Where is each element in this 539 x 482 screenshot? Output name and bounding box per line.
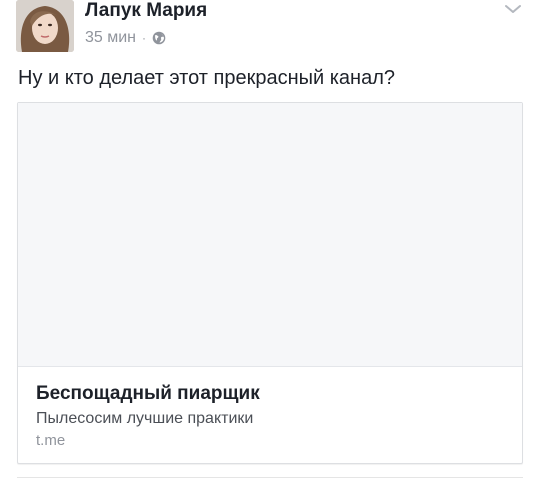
link-preview-domain: t.me — [36, 432, 66, 449]
post-meta: 35 мин · — [85, 28, 166, 48]
link-preview-description: Пылесосим лучшие практики — [36, 410, 254, 427]
link-preview-title[interactable]: Беспощадный пиарщик — [36, 383, 260, 405]
post-divider — [17, 477, 523, 478]
avatar-photo — [16, 0, 74, 52]
globe-icon[interactable] — [152, 31, 166, 45]
chevron-down-icon[interactable] — [503, 2, 523, 16]
post-text: Ну и кто делает этот прекрасный канал? — [18, 67, 396, 89]
avatar[interactable] — [16, 0, 74, 52]
author-name[interactable]: Лапук Мария — [85, 0, 207, 22]
link-preview-card[interactable]: Беспощадный пиарщик Пылесосим лучшие пра… — [17, 102, 523, 464]
link-preview-image[interactable] — [18, 103, 522, 367]
post-timestamp[interactable]: 35 мин — [85, 29, 136, 47]
meta-separator: · — [142, 31, 147, 45]
feed-post: Лапук Мария 35 мин · Ну и кто делает это… — [0, 0, 539, 482]
